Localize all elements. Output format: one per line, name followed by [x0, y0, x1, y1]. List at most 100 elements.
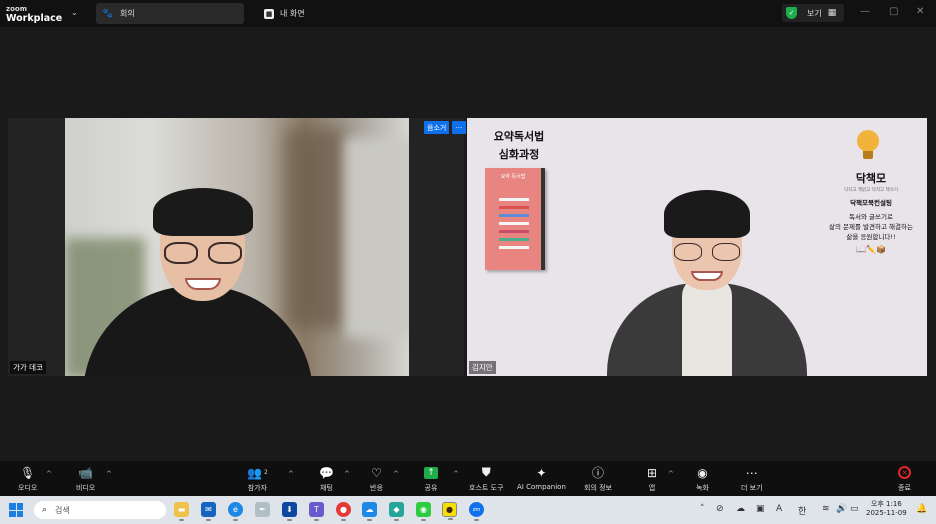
book-pencil-icon: 📖✏️📦 — [856, 245, 886, 254]
participants-button[interactable]: 👥 2 참가자 — [247, 465, 268, 493]
maximize-icon[interactable]: ▢ — [889, 6, 898, 17]
video-button[interactable]: 📹 비디오 — [76, 465, 95, 493]
book-cover-text: 요약 독서법 — [500, 174, 526, 180]
ai-companion-button[interactable]: ✦ AI Companion — [517, 465, 566, 492]
mute-button[interactable]: 음소거 — [424, 121, 450, 134]
notification-bell-icon[interactable]: 🔔 — [916, 504, 927, 514]
volume-icon[interactable]: 🔊 — [836, 504, 847, 514]
edge-icon[interactable]: e — [228, 502, 243, 521]
participants-caret-icon[interactable]: ^ — [288, 470, 294, 478]
cube-app-icon[interactable]: ◆ — [389, 502, 404, 521]
slide-brand-block: 닥책모 닥치고 책읽고 닥치고 책쓰기 닥책모북컨설팅 독서와 글쓰기로 삶의 … — [827, 170, 915, 254]
tab-meeting[interactable]: 🐾 회의 — [96, 3, 244, 24]
zoom-app-icon[interactable]: zm — [469, 502, 484, 521]
teams-icon[interactable]: T — [309, 502, 324, 521]
audio-caret-icon[interactable]: ^ — [46, 470, 52, 478]
end-button[interactable]: ✕ 종료 — [898, 465, 911, 493]
close-icon[interactable]: ✕ — [916, 6, 924, 17]
share-button[interactable]: ↑ 공유 — [424, 465, 438, 493]
wifi-icon[interactable]: ≋ — [822, 504, 830, 514]
sparkle-icon: ✦ — [536, 465, 547, 480]
clock-date: 2025-11-09 — [866, 509, 907, 517]
end-call-icon: ✕ — [898, 466, 911, 479]
reactions-caret-icon[interactable]: ^ — [393, 470, 399, 478]
font-icon[interactable]: A — [776, 504, 782, 514]
red-app-icon[interactable]: ● — [336, 502, 351, 521]
tab-my-screen[interactable]: ■ 내 화면 — [256, 3, 376, 24]
info-icon: ⓘ — [591, 466, 604, 480]
slide-brand-tagline: 닥치고 책읽고 닥치고 책쓰기 — [844, 188, 898, 193]
more-button[interactable]: ⋯ 더 보기 — [741, 465, 763, 493]
apps-button[interactable]: ⊞ 앱 — [647, 465, 657, 493]
kakaotalk-icon[interactable]: ● — [442, 502, 457, 520]
host-tools-button[interactable]: ⛊ 호스트 도구 — [469, 465, 503, 493]
apps-caret-icon[interactable]: ^ — [668, 470, 674, 478]
ime-indicator[interactable]: 한 — [798, 504, 806, 517]
slide-brand-sub: 닥책모북컨설팅 — [850, 199, 892, 207]
chat-caret-icon[interactable]: ^ — [344, 470, 350, 478]
clock-time: 오후 1:16 — [870, 500, 902, 508]
record-button[interactable]: ◉ 녹화 — [696, 465, 709, 493]
chat-button[interactable]: 💬 채팅 — [319, 465, 334, 493]
video-caret-icon[interactable]: ^ — [106, 470, 112, 478]
slide-brand-name: 닥책모 — [855, 172, 887, 185]
share-icon: ↑ — [424, 466, 438, 479]
paw-icon: 🐾 — [102, 8, 114, 19]
slide-message-3: 삶을 응원합니다!! — [846, 233, 896, 241]
shield-icon: ⛊ — [481, 465, 491, 479]
camera-icon: 📹 — [78, 465, 94, 480]
slide-message-1: 독서와 글쓰기로 — [849, 213, 893, 221]
windows-start-icon[interactable] — [9, 503, 23, 517]
book-title-line2: 심화과정 — [498, 148, 540, 161]
chat-icon: 💬 — [319, 465, 334, 480]
search-icon: ⌕ — [42, 505, 48, 515]
participant-name-label: 가가 데코 — [10, 361, 46, 374]
title-bar: zoom Workplace ⌄ 🐾 회의 ■ 내 화면 ✓ 보기 ▦ — ▢ … — [0, 0, 936, 27]
system-clock[interactable]: 오후 1:16 2025-11-09 — [866, 500, 907, 518]
ellipsis-icon: ⋯ — [745, 465, 758, 480]
record-icon: ◉ — [697, 465, 708, 480]
chevron-up-icon[interactable]: ˄ — [700, 504, 705, 514]
chevron-down-icon[interactable]: ⌄ — [71, 8, 78, 17]
screen-icon: ■ — [264, 8, 274, 19]
outlook-icon[interactable]: ✉ — [201, 502, 216, 521]
sync-off-icon[interactable]: ⊘ — [716, 504, 724, 514]
video-tile-left[interactable]: 가가 데코 — [8, 118, 464, 376]
zoom-workplace-logo[interactable]: zoom Workplace — [0, 5, 96, 23]
minimize-icon[interactable]: — — [860, 6, 870, 17]
heart-icon: ♡ — [371, 465, 382, 480]
view-label: 보기 — [807, 8, 822, 18]
taskbar-search-input[interactable]: ⌕ 검색 — [34, 501, 166, 519]
wechat-icon[interactable]: ◉ — [416, 502, 431, 521]
lightbulb-icon — [852, 126, 882, 166]
more-options-icon[interactable]: ··· — [452, 121, 466, 134]
shield-check-icon: ✓ — [786, 7, 797, 19]
battery-icon[interactable]: ▭ — [850, 504, 859, 514]
video-tile-right[interactable]: 요약독서법 심화과정 요약 독서법 닥책모 닥치고 책읽고 닥치고 책쓰기 닥책… — [467, 118, 927, 376]
participants-count: 2 — [263, 469, 268, 476]
brand-bottom-text: Workplace — [6, 12, 63, 24]
file-explorer-icon[interactable]: ▬ — [174, 502, 189, 521]
meeting-info-button[interactable]: ⓘ 회의 정보 — [584, 465, 612, 493]
slide-message-2: 삶의 문제를 발견하고 해결하는 — [829, 223, 913, 231]
view-button[interactable]: ✓ 보기 ▦ — [782, 4, 844, 22]
slide-book-title: 요약독서법 심화과정 — [491, 128, 547, 164]
windows-taskbar: ⌕ 검색 ▬ ✉ e ✒ ⬇ T ● ☁ ◆ ◉ ● zm ˄ ⊘ ☁ ▣ A … — [0, 496, 936, 524]
share-caret-icon[interactable]: ^ — [453, 470, 459, 478]
device-icon[interactable]: ▣ — [756, 504, 765, 514]
cloud-app-icon[interactable]: ☁ — [362, 502, 377, 521]
book-cover-image: 요약 독서법 — [485, 168, 545, 270]
download-app-icon[interactable]: ⬇ — [282, 502, 297, 521]
participant-video — [65, 118, 409, 376]
cloud-icon[interactable]: ☁ — [736, 504, 745, 514]
search-placeholder: 검색 — [55, 505, 70, 515]
audio-button[interactable]: 🎙 오디오 — [18, 465, 37, 493]
tab-my-screen-label: 내 화면 — [280, 9, 305, 18]
reactions-button[interactable]: ♡ 반응 — [370, 465, 383, 493]
apps-icon: ⊞ — [647, 465, 658, 480]
meeting-toolbar: 🎙 오디오 ^ 📹 비디오 ^ 👥 2 참가자 ^ 💬 채팅 ^ ♡ 반응 ^ ↑… — [0, 461, 936, 496]
pen-app-icon[interactable]: ✒ — [255, 502, 270, 517]
participant-name-label: 김지안 — [469, 361, 496, 374]
grid-icon: ▦ — [827, 8, 837, 18]
book-title-line1: 요약독서법 — [493, 130, 545, 143]
